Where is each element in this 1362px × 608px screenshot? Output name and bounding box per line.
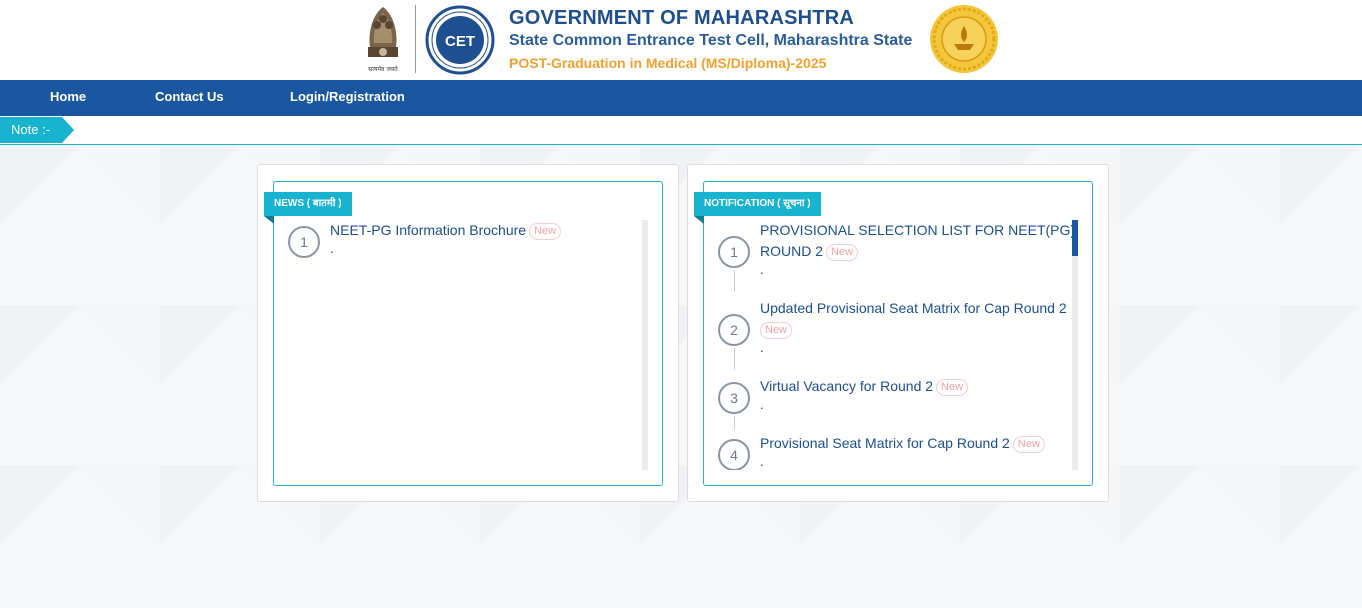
notification-item-title[interactable]: Virtual Vacancy for Round 2 [760,378,933,394]
news-item-title[interactable]: NEET-PG Information Brochure [330,222,526,238]
nav-contact-us[interactable]: Contact Us [155,80,224,116]
new-badge: New [936,378,969,396]
notification-item-trail: . [760,454,764,469]
news-item-trail: . [330,241,334,256]
notification-scrollbar-thumb[interactable] [1072,220,1078,256]
notification-item-number: 4 [718,439,750,470]
notification-list[interactable]: 1 PROVISIONAL SELECTION LIST FOR NEET(PG… [714,220,1076,470]
new-badge: New [826,243,859,261]
notification-item-number: 2 [718,314,750,346]
main-nav: Home Contact Us Login/Registration [0,80,1362,116]
note-bar: Note :- [0,116,1362,145]
new-badge: New [529,222,562,240]
notification-item-link[interactable]: Updated Provisional Seat Matrix for Cap … [760,298,1076,340]
notification-item-trail: . [760,262,764,277]
site-header: सत्यमेव जयते CET GOVERNMENT OF MAHARASHT… [0,0,1362,80]
news-tag: NEWS ( बातमी ) [264,192,352,224]
cet-logo-icon: CET [425,5,495,75]
header-subtitle: State Common Entrance Test Cell, Maharas… [509,32,913,49]
news-box: NEWS ( बातमी ) 1 NEET-PG Information Bro… [264,181,663,486]
notification-scrollbar[interactable] [1072,220,1078,470]
notification-item-number: 3 [718,382,750,414]
notification-item-title[interactable]: PROVISIONAL SELECTION LIST FOR NEET(PG) [760,222,1075,238]
timeline-connector [734,270,735,292]
news-list[interactable]: 1 NEET-PG Information Brochure New . [284,220,644,470]
notification-panel: NOTIFICATION ( सूचना ) 1 PROVISIONAL SEL… [687,164,1109,502]
notification-item-trail: . [760,340,764,355]
news-scrollbar[interactable] [642,220,648,470]
notification-item-link[interactable]: Virtual Vacancy for Round 2 New [760,376,1076,397]
nav-login-registration[interactable]: Login/Registration [290,80,405,116]
new-badge: New [760,321,793,339]
page-background [0,145,1362,608]
notification-tag: NOTIFICATION ( सूचना ) [694,192,821,224]
news-panel: NEWS ( बातमी ) 1 NEET-PG Information Bro… [257,164,679,502]
notification-item-trail: . [760,397,764,412]
notification-item-number: 1 [718,236,750,268]
svg-text:CET: CET [445,33,475,50]
timeline-connector [734,416,735,430]
header-divider [415,5,416,73]
new-badge: New [1012,435,1045,453]
notification-item-link[interactable]: PROVISIONAL SELECTION LIST FOR NEET(PG) … [760,220,1076,262]
notification-box: NOTIFICATION ( सूचना ) 1 PROVISIONAL SEL… [694,181,1093,486]
news-item-number: 1 [288,226,320,258]
header-text: GOVERNMENT OF MAHARASHTRA State Common E… [509,6,912,74]
note-label: Note :- [0,117,62,143]
notification-item-title-cont[interactable]: ROUND 2 [760,243,823,259]
svg-text:सत्यमेव जयते: सत्यमेव जयते [368,65,398,73]
timeline-connector [734,348,735,370]
note-arrow-icon [62,117,74,143]
national-emblem-icon: सत्यमेव जयते [368,7,398,73]
nav-home[interactable]: Home [50,80,86,116]
notification-item-link[interactable]: Provisional Seat Matrix for Cap Round 2N… [760,433,1076,454]
maharashtra-seal-icon [930,5,998,73]
notification-item-title[interactable]: Updated Provisional Seat Matrix for Cap … [760,300,1067,316]
news-item-link[interactable]: NEET-PG Information Brochure New [330,220,630,241]
header-course: POST-Graduation in Medical (MS/Diploma)-… [509,55,827,71]
header-title: GOVERNMENT OF MAHARASHTRA [509,7,854,29]
notification-item-title[interactable]: Provisional Seat Matrix for Cap Round 2 [760,435,1010,451]
